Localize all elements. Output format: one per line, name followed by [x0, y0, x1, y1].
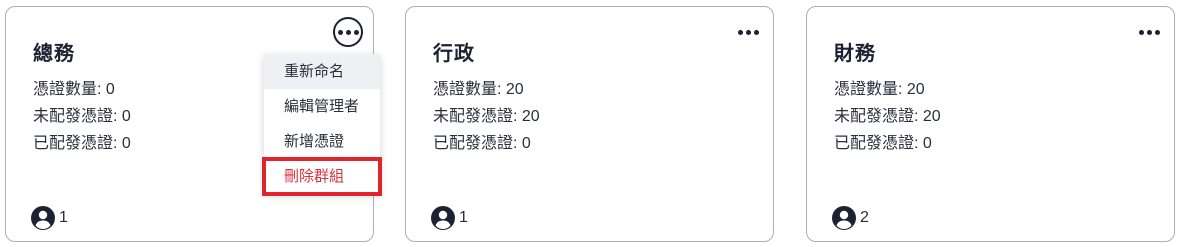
stat-assigned-certificates: 已配發憑證: 0	[33, 135, 131, 152]
member-count: 1	[31, 206, 68, 230]
more-horizontal-icon	[737, 29, 759, 35]
more-options-button[interactable]	[1134, 17, 1164, 47]
more-horizontal-icon	[337, 29, 359, 35]
user-circle-icon	[31, 206, 55, 230]
menu-item-rename[interactable]: 重新命名	[264, 54, 380, 89]
stat-unassigned-certificates: 未配發憑證: 0	[33, 108, 131, 125]
group-stats: 憑證數量: 20 未配發憑證: 20 已配發憑證: 0	[834, 76, 941, 157]
group-title: 行政	[433, 43, 475, 65]
stat-assigned-certificates: 已配發憑證: 0	[834, 135, 932, 152]
more-options-button[interactable]	[333, 17, 363, 47]
group-stats: 憑證數量: 0 未配發憑證: 0 已配發憑證: 0	[33, 76, 131, 157]
menu-item-add-certificate[interactable]: 新增憑證	[264, 124, 380, 159]
menu-item-delete-group[interactable]: 刪除群組	[262, 157, 382, 196]
stat-total-certificates: 憑證數量: 0	[33, 81, 115, 98]
member-count: 2	[832, 206, 869, 230]
stat-total-certificates: 憑證數量: 20	[433, 81, 524, 98]
member-count-value: 1	[59, 209, 68, 226]
more-horizontal-icon	[1138, 29, 1160, 35]
group-options-menu: 重新命名 編輯管理者 新增憑證 刪除群組	[262, 54, 382, 196]
menu-item-edit-managers[interactable]: 編輯管理者	[264, 89, 380, 124]
member-count: 1	[431, 206, 468, 230]
user-circle-icon	[832, 206, 856, 230]
member-count-value: 2	[860, 209, 869, 226]
stat-assigned-certificates: 已配發憑證: 0	[433, 135, 531, 152]
stat-unassigned-certificates: 未配發憑證: 20	[834, 108, 941, 125]
group-stats: 憑證數量: 20 未配發憑證: 20 已配發憑證: 0	[433, 76, 540, 157]
group-title: 財務	[834, 43, 876, 65]
more-options-button[interactable]	[733, 17, 763, 47]
member-count-value: 1	[459, 209, 468, 226]
user-circle-icon	[431, 206, 455, 230]
group-cards: 總務 憑證數量: 0 未配發憑證: 0 已配發憑證: 0 1 重新命名 編輯管理…	[0, 0, 1180, 247]
stat-total-certificates: 憑證數量: 20	[834, 81, 925, 98]
group-title: 總務	[33, 43, 75, 65]
group-card-finance[interactable]: 財務 憑證數量: 20 未配發憑證: 20 已配發憑證: 0 2	[806, 6, 1175, 242]
stat-unassigned-certificates: 未配發憑證: 20	[433, 108, 540, 125]
group-card-administration[interactable]: 行政 憑證數量: 20 未配發憑證: 20 已配發憑證: 0 1	[405, 6, 774, 242]
